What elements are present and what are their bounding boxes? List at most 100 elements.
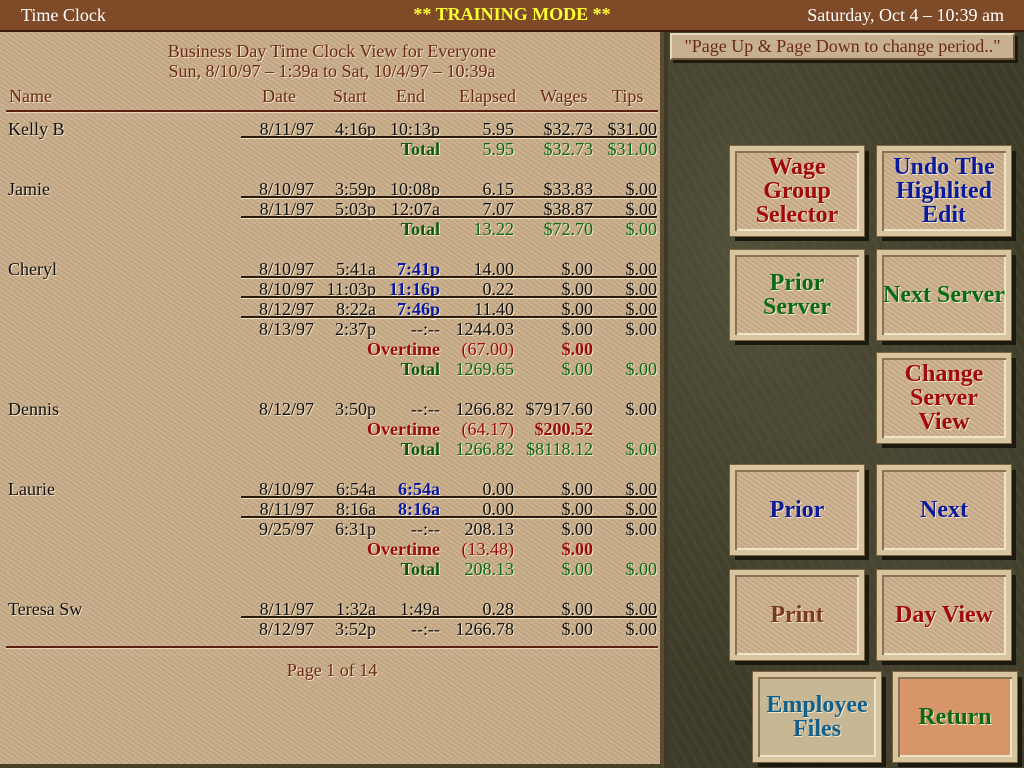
time-entry-row[interactable]: 8/13/97 2:37p --:-- 1244.03 $.00 $.00 <box>0 318 664 339</box>
entry-tips: $.00 <box>625 619 658 639</box>
title-bar: Time Clock ** TRAINING MODE ** Saturday,… <box>0 0 1024 32</box>
time-entry-row[interactable]: Jamie 8/10/97 3:59p 10:08p 6.15 $33.83 $.00 <box>0 178 664 199</box>
overtime-elapsed: (13.48) <box>461 539 515 559</box>
total-tips: $.00 <box>625 439 658 459</box>
employee-total-row: Total 13.22 $72.70 $.00 <box>0 218 664 239</box>
employee-total-row: Total 1266.82 $8118.12 $.00 <box>0 438 664 459</box>
total-label: Total <box>400 439 440 459</box>
entry-wages: $.00 <box>561 499 594 519</box>
entry-tips: $.00 <box>625 179 658 199</box>
entry-elapsed: 5.95 <box>482 119 515 139</box>
report-title: Business Day Time Clock View for Everyon… <box>167 41 497 61</box>
entry-tips: $.00 <box>625 299 658 319</box>
time-entry-row[interactable]: 8/11/97 5:03p 12:07a 7.07 $38.87 $.00 <box>0 198 664 219</box>
next-server-button[interactable]: Next Server <box>876 249 1012 341</box>
total-tips: $.00 <box>625 359 658 379</box>
time-entry-row[interactable]: 8/12/97 3:52p --:-- 1266.78 $.00 $.00 <box>0 618 664 639</box>
entry-tips: $.00 <box>625 259 658 279</box>
time-entry-row[interactable]: Teresa Sw 8/11/97 1:32a 1:49a 0.28 $.00 $.00 <box>0 598 664 619</box>
total-label: Total <box>400 359 440 379</box>
entry-date: 8/11/97 <box>259 599 314 619</box>
employee-files-button[interactable]: Employee Files <box>752 671 882 763</box>
total-tips: $.00 <box>625 559 658 579</box>
entry-start: 3:59p <box>334 179 376 199</box>
time-entry-row[interactable]: 9/25/97 6:31p --:-- 208.13 $.00 $.00 <box>0 518 664 539</box>
return-button[interactable]: Return <box>892 671 1018 763</box>
time-entry-row[interactable]: Laurie 8/10/97 6:54a 6:54a 0.00 $.00 $.00 <box>0 478 664 499</box>
column-header-elapsed: Elapsed <box>459 86 516 106</box>
entry-elapsed: 11.40 <box>474 299 514 319</box>
entry-date: 8/13/97 <box>258 319 314 339</box>
entry-start: 6:31p <box>334 519 376 539</box>
entry-end: --:-- <box>411 319 440 339</box>
time-clock-report-panel: Business Day Time Clock View for Everyon… <box>0 32 664 768</box>
entry-wages: $.00 <box>561 519 594 539</box>
entry-elapsed: 1266.82 <box>455 399 515 419</box>
time-entry-row[interactable]: Cheryl 8/10/97 5:41a 7:41p 14.00 $.00 $.00 <box>0 258 664 279</box>
day-view-button[interactable]: Day View <box>876 569 1012 661</box>
entry-date: 8/11/97 <box>259 199 314 219</box>
current-datetime: Saturday, Oct 4 – 10:39 am <box>807 5 1004 25</box>
entry-end: 7:46p <box>396 299 440 319</box>
overtime-wages: $200.52 <box>534 419 594 439</box>
entry-elapsed: 0.00 <box>482 479 515 499</box>
time-entry-row[interactable]: Dennis 8/12/97 3:50p --:-- 1266.82 $7917.60 $.… <box>0 398 664 419</box>
entry-tips: $.00 <box>625 199 658 219</box>
entry-elapsed: 0.00 <box>482 499 515 519</box>
prior-server-button[interactable]: Prior Server <box>729 249 865 341</box>
print-button[interactable]: Print <box>729 569 865 661</box>
entry-tips: $.00 <box>625 319 658 339</box>
entry-start: 11:03p <box>326 279 376 299</box>
time-entry-row[interactable]: 8/12/97 8:22a 7:46p 11.40 $.00 $.00 <box>0 298 664 319</box>
entry-end: --:-- <box>411 619 440 639</box>
entry-date: 8/12/97 <box>258 619 314 639</box>
entry-date: 8/10/97 <box>258 279 314 299</box>
time-entry-row[interactable]: 8/11/97 8:16a 8:16a 0.00 $.00 $.00 <box>0 498 664 519</box>
employee-name: Teresa Sw <box>8 599 83 619</box>
overtime-elapsed: (67.00) <box>461 339 515 359</box>
entry-end: 7:41p <box>396 259 440 279</box>
employee-name: Kelly B <box>8 119 65 139</box>
total-elapsed: 1269.65 <box>455 359 515 379</box>
time-entry-row[interactable]: Kelly B 8/11/97 4:16p 10:13p 5.95 $32.73 $31.0… <box>0 118 664 139</box>
entry-start: 5:03p <box>334 199 376 219</box>
entry-start: 8:16a <box>336 499 376 519</box>
entry-start: 3:52p <box>334 619 376 639</box>
employee-name: Dennis <box>8 399 59 419</box>
column-header-wages: Wages <box>540 86 588 106</box>
period-hint: "Page Up & Page Down to change period.." <box>670 33 1015 60</box>
entry-elapsed: 7.07 <box>482 199 515 219</box>
employee-name: Cheryl <box>8 259 57 279</box>
entry-wages: $32.73 <box>543 119 594 139</box>
entry-date: 9/25/97 <box>258 519 314 539</box>
entry-start: 2:37p <box>334 319 376 339</box>
total-elapsed: 1266.82 <box>455 439 515 459</box>
entry-wages: $.00 <box>561 479 594 499</box>
footer-divider <box>6 646 658 649</box>
overtime-row: Overtime (13.48) $.00 <box>0 538 664 559</box>
entry-wages: $33.83 <box>543 179 594 199</box>
entry-end: 10:08p <box>389 179 440 199</box>
wage-group-selector-button[interactable]: Wage Group Selector <box>729 145 865 237</box>
entry-end: 12:07a <box>391 199 440 219</box>
change-server-view-button[interactable]: Change Server View <box>876 352 1012 444</box>
total-wages: $72.70 <box>543 219 594 239</box>
entry-elapsed: 14.00 <box>473 259 515 279</box>
prior-button[interactable]: Prior <box>729 464 865 556</box>
overtime-elapsed: (64.17) <box>461 419 515 439</box>
total-label: Total <box>400 219 440 239</box>
entry-elapsed: 0.28 <box>482 599 515 619</box>
total-wages: $.00 <box>561 359 594 379</box>
entry-wages: $.00 <box>561 299 594 319</box>
entry-wages: $.00 <box>561 319 594 339</box>
next-button[interactable]: Next <box>876 464 1012 556</box>
column-header-start: Start <box>333 86 367 106</box>
employee-name: Laurie <box>8 479 55 499</box>
overtime-wages: $.00 <box>561 539 594 559</box>
entry-date: 8/10/97 <box>258 179 314 199</box>
entry-end: 6:54a <box>398 479 440 499</box>
time-entry-row[interactable]: 8/10/97 11:03p 11:16p 0.22 $.00 $.00 <box>0 278 664 299</box>
undo-highlighted-edit-button[interactable]: Undo The Highlited Edit <box>876 145 1012 237</box>
